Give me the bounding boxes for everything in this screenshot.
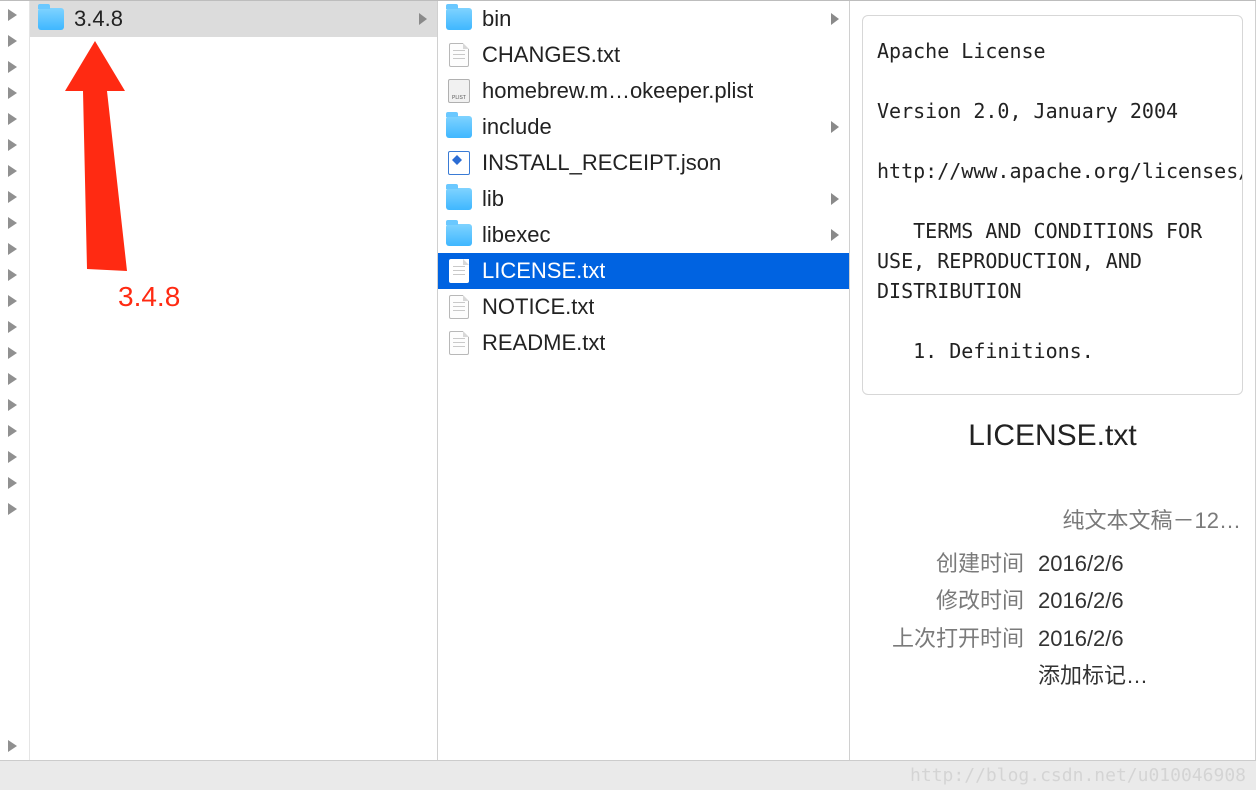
file-row[interactable]: CHANGES.txt (438, 37, 849, 73)
plist-file-icon (448, 79, 470, 103)
disclosure-triangle-icon[interactable] (8, 425, 17, 437)
metadata-row: 修改时间 2016/2/6 (864, 582, 1241, 619)
json-file-icon (448, 151, 470, 175)
disclosure-triangle-icon[interactable] (8, 217, 17, 229)
item-label: bin (482, 6, 511, 32)
item-label: LICENSE.txt (482, 258, 605, 284)
chevron-right-icon (831, 121, 839, 133)
text-file-icon (449, 43, 469, 67)
disclosure-triangle-icon[interactable] (8, 35, 17, 47)
folder-icon (446, 224, 472, 246)
folder-icon (446, 116, 472, 138)
watermark-text: http://blog.csdn.net/u010046908 (910, 765, 1246, 786)
item-label: README.txt (482, 330, 605, 356)
metadata-row: 上次打开时间 2016/2/6 (864, 620, 1241, 657)
disclosure-triangle-icon[interactable] (8, 399, 17, 411)
item-label: INSTALL_RECEIPT.json (482, 150, 721, 176)
disclosure-arrow-strip (0, 1, 30, 760)
folder-icon (446, 8, 472, 30)
item-label: libexec (482, 222, 550, 248)
disclosure-triangle-icon[interactable] (8, 9, 17, 21)
disclosure-triangle-icon[interactable] (8, 740, 17, 752)
annotation-arrow (65, 41, 165, 281)
file-preview: Apache License Version 2.0, January 2004… (862, 15, 1243, 395)
item-label: lib (482, 186, 504, 212)
file-row[interactable]: homebrew.m…okeeper.plist (438, 73, 849, 109)
disclosure-triangle-icon[interactable] (8, 503, 17, 515)
metadata-value: 2016/2/6 (1038, 545, 1124, 582)
item-label: homebrew.m…okeeper.plist (482, 78, 753, 104)
disclosure-triangle-icon[interactable] (8, 321, 17, 333)
metadata-value: 2016/2/6 (1038, 582, 1124, 619)
annotation-label: 3.4.8 (118, 281, 180, 313)
chevron-right-icon (419, 13, 427, 25)
file-metadata: 纯文本文稿－12… 创建时间2016/2/6修改时间2016/2/6上次打开时间… (850, 503, 1255, 695)
metadata-value: 2016/2/6 (1038, 620, 1124, 657)
item-label: CHANGES.txt (482, 42, 620, 68)
add-tags-link[interactable]: 添加标记… (1038, 657, 1148, 694)
folder-icon (38, 8, 64, 30)
disclosure-triangle-icon[interactable] (8, 165, 17, 177)
column-2: bin CHANGES.txt homebrew.m…okeeper.plist in… (438, 1, 850, 760)
text-file-icon (449, 331, 469, 355)
chevron-right-icon (831, 13, 839, 25)
file-row[interactable]: README.txt (438, 325, 849, 361)
disclosure-triangle-icon[interactable] (8, 295, 17, 307)
folder-row[interactable]: libexec (438, 217, 849, 253)
metadata-key: 创建时间 (864, 545, 1024, 582)
disclosure-triangle-icon[interactable] (8, 451, 17, 463)
file-row[interactable]: INSTALL_RECEIPT.json (438, 145, 849, 181)
folder-row[interactable]: bin (438, 1, 849, 37)
item-label: include (482, 114, 552, 140)
text-file-icon (449, 295, 469, 319)
disclosure-triangle-icon[interactable] (8, 477, 17, 489)
file-row[interactable]: NOTICE.txt (438, 289, 849, 325)
disclosure-triangle-icon[interactable] (8, 113, 17, 125)
disclosure-triangle-icon[interactable] (8, 61, 17, 73)
disclosure-triangle-icon[interactable] (8, 269, 17, 281)
metadata-key: 上次打开时间 (864, 620, 1024, 657)
disclosure-triangle-icon[interactable] (8, 373, 17, 385)
disclosure-triangle-icon[interactable] (8, 139, 17, 151)
file-row[interactable]: LICENSE.txt (438, 253, 849, 289)
folder-row[interactable]: include (438, 109, 849, 145)
folder-icon (446, 188, 472, 210)
preview-column: Apache License Version 2.0, January 2004… (850, 1, 1256, 760)
metadata-key: 修改时间 (864, 582, 1024, 619)
chevron-right-icon (831, 193, 839, 205)
metadata-row: 创建时间 2016/2/6 (864, 545, 1241, 582)
item-label: 3.4.8 (74, 6, 123, 32)
text-file-icon (449, 259, 469, 283)
item-label: NOTICE.txt (482, 294, 594, 320)
column-1: 3.4.8 3.4.8 (30, 1, 438, 760)
chevron-right-icon (831, 229, 839, 241)
disclosure-triangle-icon[interactable] (8, 347, 17, 359)
disclosure-triangle-icon[interactable] (8, 87, 17, 99)
preview-filename: LICENSE.txt (850, 419, 1255, 453)
finder-window: 3.4.8 3.4.8 bin CHANGES.txt homebrew.m…oke… (0, 0, 1256, 760)
folder-row[interactable]: lib (438, 181, 849, 217)
bottom-bar: http://blog.csdn.net/u010046908 (0, 760, 1256, 790)
disclosure-triangle-icon[interactable] (8, 243, 17, 255)
file-kind: 纯文本文稿－12… (864, 503, 1241, 535)
folder-row[interactable]: 3.4.8 (30, 1, 437, 37)
disclosure-triangle-icon[interactable] (8, 191, 17, 203)
